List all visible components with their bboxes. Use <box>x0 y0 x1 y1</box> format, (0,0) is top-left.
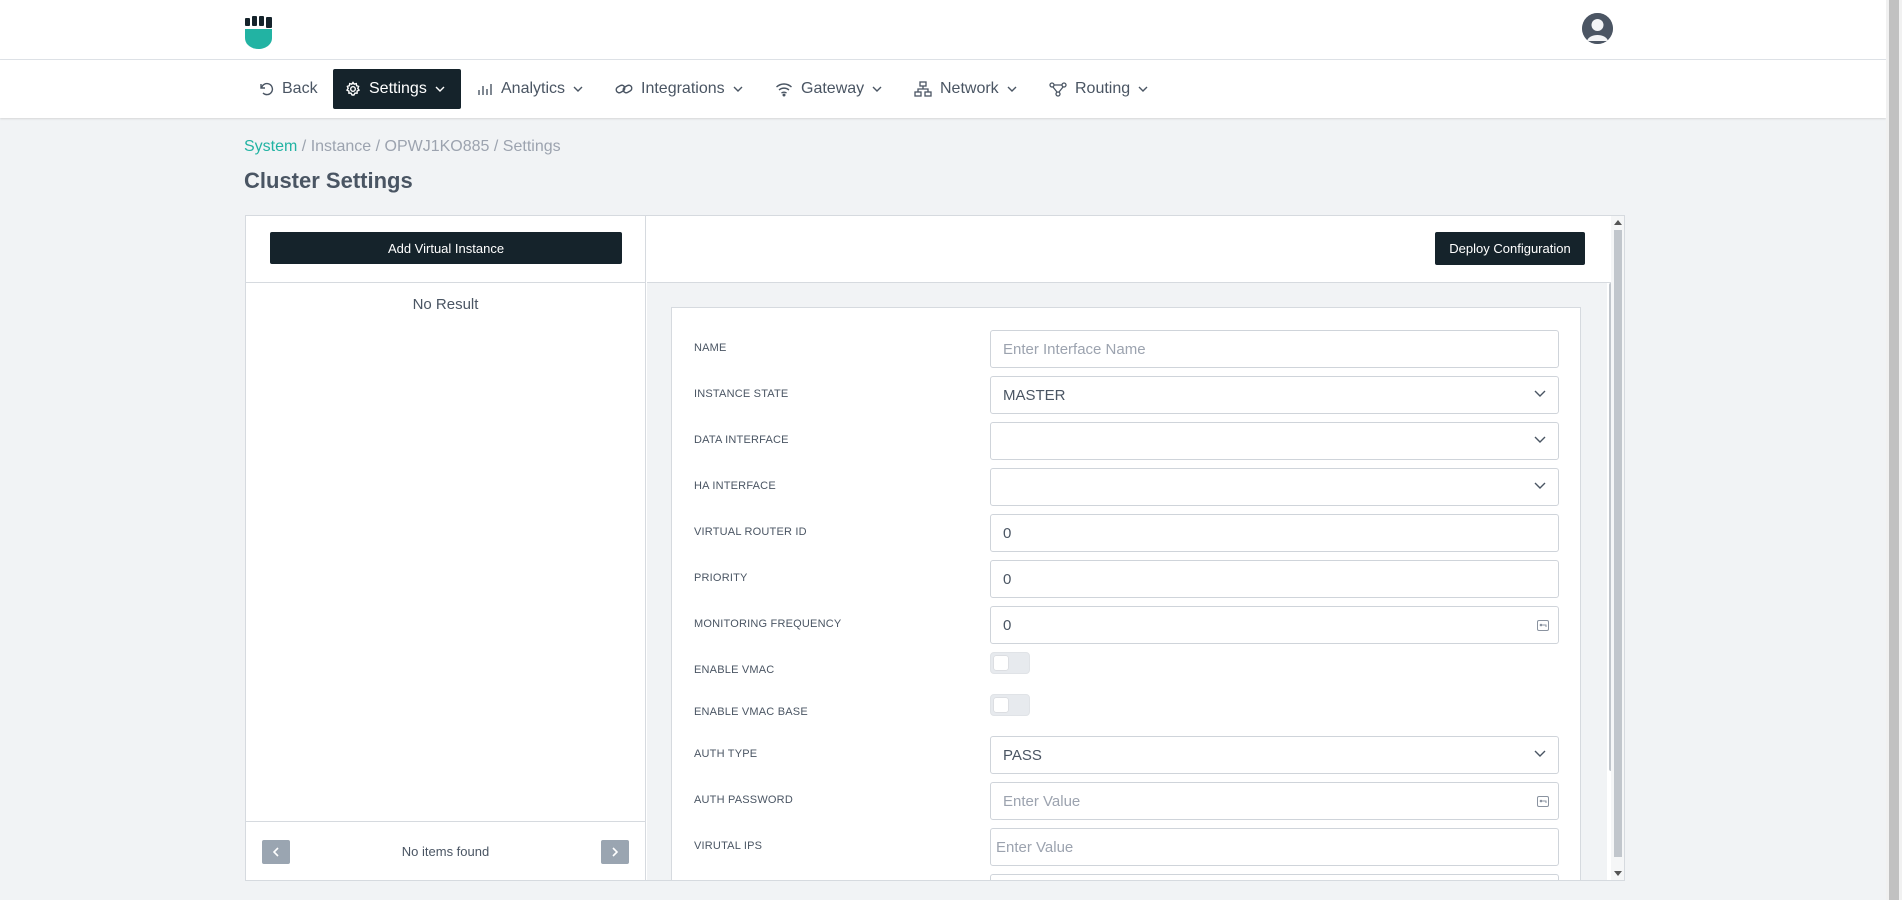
name-label: NAME <box>694 342 727 354</box>
monitoring-frequency-input[interactable]: 0 <box>990 606 1559 644</box>
chevron-down-icon <box>733 86 743 92</box>
interface-name-input[interactable]: Enter Interface Name <box>990 330 1559 368</box>
breadcrumb-instance: Instance <box>310 138 372 155</box>
nav-analytics[interactable]: Analytics <box>465 69 595 109</box>
scroll-up-arrow-icon[interactable] <box>1614 220 1622 225</box>
monitoring-frequency-value: 0 <box>1003 616 1012 634</box>
page-title: Cluster Settings <box>244 168 413 193</box>
nav-routing-label: Routing <box>1075 80 1131 97</box>
chevron-down-icon <box>1138 86 1148 92</box>
virtual-router-id-input[interactable]: 0 <box>990 514 1559 552</box>
page-scrollbar[interactable] <box>1886 0 1902 900</box>
link-icon <box>615 84 633 94</box>
auth-type-label: AUTH TYPE <box>694 748 758 760</box>
scrollbar-thumb[interactable] <box>1889 0 1899 900</box>
chevron-down-icon <box>435 86 445 92</box>
nav-gateway[interactable]: Gateway <box>763 69 894 109</box>
list-pager: No items found <box>246 821 645 880</box>
breadcrumb-instance-id: OPWJ1KO885 <box>384 138 490 155</box>
breadcrumb-settings: Settings <box>502 138 561 155</box>
cluster-settings-card: Add Virtual Instance No Result No items … <box>245 215 1625 881</box>
config-panel-header: Deploy Configuration <box>647 216 1624 283</box>
breadcrumb: System / Instance / OPWJ1KO885 / Setting… <box>244 138 561 156</box>
virtual-ips-input[interactable]: Enter Value <box>990 828 1559 866</box>
instance-state-label: INSTANCE STATE <box>694 388 789 400</box>
ha-interface-select[interactable] <box>990 468 1559 506</box>
add-virtual-instance-button[interactable]: Add Virtual Instance <box>270 232 622 264</box>
data-interface-label: DATA INTERFACE <box>694 434 789 446</box>
nav-integrations-label: Integrations <box>641 80 725 97</box>
monitoring-frequency-label: MONITORING FREQUENCY <box>694 618 842 630</box>
breadcrumb-separator: / <box>297 138 311 155</box>
enable-vmac-base-label: ENABLE VMAC BASE <box>694 706 808 718</box>
instance-state-select[interactable]: MASTER <box>990 376 1559 414</box>
nav-back-label: Back <box>282 80 318 97</box>
virtual-instance-list-panel: Add Virtual Instance No Result No items … <box>246 216 646 880</box>
breadcrumb-separator: / <box>489 138 503 155</box>
card-scrollbar[interactable] <box>1611 216 1624 880</box>
nav-settings-label: Settings <box>369 80 427 97</box>
main-navigation: Back Settings Analytics Integrations Gat… <box>0 60 1886 118</box>
enable-vmac-label: ENABLE VMAC <box>694 664 775 676</box>
nav-settings[interactable]: Settings <box>333 69 461 109</box>
instance-state-value: MASTER <box>1003 386 1066 404</box>
deploy-configuration-button[interactable]: Deploy Configuration <box>1435 232 1585 265</box>
nav-analytics-label: Analytics <box>501 80 566 97</box>
toggle-knob <box>994 656 1008 670</box>
chevron-down-icon <box>1007 86 1017 92</box>
data-interface-select[interactable] <box>990 422 1559 460</box>
enable-vmac-base-toggle[interactable] <box>990 694 1030 716</box>
breadcrumb-separator: / <box>371 138 385 155</box>
next-page-button[interactable] <box>601 840 629 864</box>
nav-gateway-label: Gateway <box>801 80 865 97</box>
network-icon <box>914 81 932 97</box>
toggle-knob <box>994 698 1008 712</box>
chevron-down-icon <box>1534 482 1546 489</box>
nav-back[interactable]: Back <box>246 69 330 109</box>
auth-type-select[interactable]: PASS <box>990 736 1559 774</box>
chevron-right-icon <box>612 847 618 857</box>
nav-network-label: Network <box>940 80 999 97</box>
scrollbar-thumb[interactable] <box>1614 230 1622 857</box>
chevron-down-icon <box>1534 436 1546 443</box>
auth-password-input[interactable]: Enter Value <box>990 782 1559 820</box>
chevron-down-icon <box>1534 390 1546 397</box>
wifi-icon <box>776 83 792 97</box>
auth-type-value: PASS <box>1003 746 1042 764</box>
user-avatar-icon[interactable] <box>1582 13 1613 44</box>
ha-interface-label: HA INTERFACE <box>694 480 776 492</box>
list-panel-header: Add Virtual Instance <box>246 216 645 283</box>
priority-input[interactable]: 0 <box>990 560 1559 598</box>
routing-icon <box>1049 82 1067 97</box>
fist-shield-icon[interactable] <box>244 16 274 50</box>
breadcrumb-system[interactable]: System <box>244 138 297 155</box>
empty-list-text: No Result <box>412 296 479 313</box>
virtual-ips-label: VIRUTAL IPS <box>694 840 763 852</box>
next-field-partial[interactable] <box>990 874 1559 880</box>
top-bar <box>0 0 1886 60</box>
instance-config-panel: Deploy Configuration NAME Enter Interfac… <box>647 216 1624 880</box>
chevron-down-icon <box>872 86 882 92</box>
virtual-router-id-label: VIRTUAL ROUTER ID <box>694 526 807 538</box>
gear-icon <box>345 81 361 96</box>
priority-label: PRIORITY <box>694 572 748 584</box>
bar-chart-icon <box>478 84 492 95</box>
nav-network[interactable]: Network <box>902 69 1029 109</box>
pager-status-text: No items found <box>401 844 490 859</box>
auth-password-label: AUTH PASSWORD <box>694 794 793 806</box>
autofill-key-icon[interactable] <box>1537 796 1549 807</box>
config-form: NAME Enter Interface Name INSTANCE STATE… <box>671 307 1581 880</box>
enable-vmac-toggle[interactable] <box>990 652 1030 674</box>
scroll-down-arrow-icon[interactable] <box>1614 871 1622 876</box>
nav-integrations[interactable]: Integrations <box>603 69 755 109</box>
config-form-scroll-area: NAME Enter Interface Name INSTANCE STATE… <box>647 283 1607 880</box>
chevron-down-icon <box>1534 750 1546 757</box>
autofill-key-icon[interactable] <box>1537 620 1549 631</box>
nav-routing[interactable]: Routing <box>1037 69 1160 109</box>
undo-icon <box>260 82 274 96</box>
chevron-down-icon <box>573 86 583 92</box>
auth-password-placeholder: Enter Value <box>1003 792 1081 810</box>
